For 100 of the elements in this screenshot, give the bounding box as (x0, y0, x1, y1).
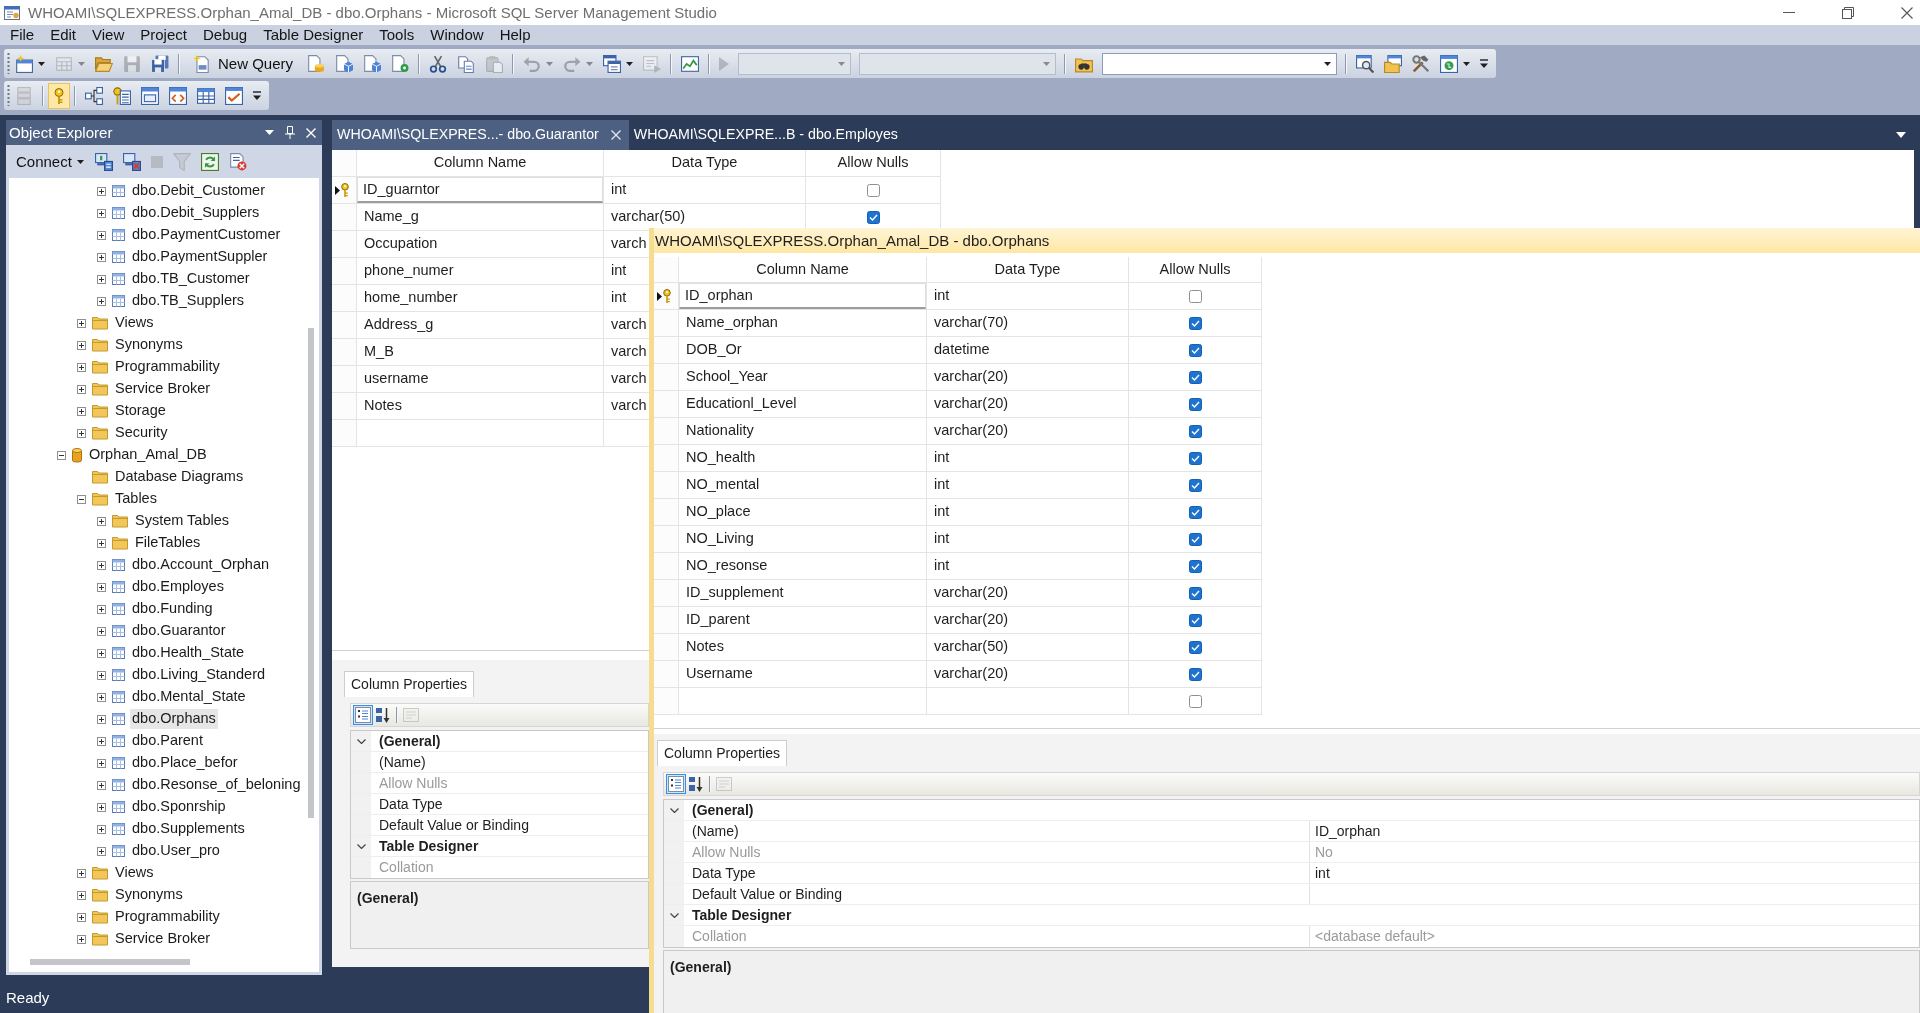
tree-item[interactable]: Service Broker (113, 379, 213, 399)
expand-icon[interactable] (97, 230, 106, 240)
properties-tab[interactable]: Column Properties (344, 671, 474, 697)
expand-icon[interactable] (97, 692, 106, 702)
expand-icon[interactable] (97, 516, 106, 526)
window-search-icon[interactable] (1356, 54, 1375, 73)
data-type[interactable]: varch (611, 343, 647, 361)
data-type[interactable]: varchar(20) (934, 611, 1009, 629)
property-value[interactable]: ID_orphan (1315, 822, 1381, 840)
check-window-icon[interactable] (225, 86, 243, 105)
chevron-icon[interactable] (356, 738, 366, 744)
data-type[interactable]: varchar(70) (934, 314, 1009, 332)
chevron-icon[interactable] (669, 807, 679, 813)
tree-item[interactable]: dbo.TB_Customer (130, 269, 252, 289)
window-folder-icon[interactable] (1384, 54, 1403, 73)
floppies-icon[interactable] (151, 54, 169, 73)
checkbox[interactable] (1188, 289, 1202, 303)
refresh-icon[interactable] (200, 152, 219, 171)
expand-icon[interactable] (77, 890, 86, 900)
expand-icon[interactable] (97, 604, 106, 614)
expand-icon[interactable] (77, 868, 86, 878)
checkbox[interactable] (1188, 451, 1202, 465)
tree-item[interactable]: dbo.Health_State (130, 643, 247, 663)
data-type[interactable]: int (611, 262, 627, 280)
column-name[interactable]: ID_orphan (679, 283, 926, 309)
data-type[interactable]: varchar(20) (934, 584, 1009, 602)
menu-item[interactable]: Project (132, 26, 195, 44)
sort-icon[interactable] (688, 776, 704, 792)
data-type[interactable]: varchar(20) (934, 368, 1009, 386)
page-cancel-icon[interactable] (228, 152, 247, 171)
data-type[interactable]: varchar(20) (934, 422, 1009, 440)
input-field[interactable] (357, 420, 604, 447)
data-type[interactable]: varchar(20) (934, 665, 1009, 683)
menu-item[interactable]: Window (422, 26, 492, 44)
expand-icon[interactable] (97, 252, 106, 262)
checkbox[interactable] (1188, 478, 1202, 492)
scissors-icon[interactable] (429, 54, 448, 73)
dropdown-field[interactable] (1102, 52, 1338, 75)
document-tab[interactable]: WHOAMI\SQLEXPRE...B - dbo.Employes (628, 120, 906, 150)
tree-item[interactable]: dbo.Employes (130, 577, 226, 597)
copy-icon[interactable] (457, 54, 476, 73)
column-name[interactable]: ID_guarntor (357, 177, 603, 203)
tree-item[interactable]: Views (113, 863, 156, 883)
menu-item[interactable]: Tools (371, 26, 423, 44)
checkbox[interactable] (1188, 505, 1202, 519)
table-brackets-icon[interactable] (169, 86, 187, 105)
chevron-icon[interactable] (356, 843, 366, 849)
expand-icon[interactable] (97, 714, 106, 724)
input-field[interactable] (927, 688, 1129, 715)
expand-icon[interactable] (77, 912, 86, 922)
expand-icon[interactable] (97, 824, 106, 834)
properties-tab[interactable]: Column Properties (657, 740, 787, 766)
tree-item[interactable]: dbo.Orphans (130, 709, 218, 729)
column-name[interactable]: Name_orphan (686, 314, 778, 332)
tree-item[interactable]: Database Diagrams (113, 467, 246, 487)
expand-icon[interactable] (97, 780, 106, 790)
tree-item[interactable]: dbo.Guarantor (130, 621, 228, 641)
key-list-icon[interactable] (113, 86, 131, 105)
column-name[interactable]: NO_health (686, 449, 756, 467)
column-name[interactable]: DOB_Or (686, 341, 742, 359)
menu-item[interactable]: Edit (42, 26, 85, 44)
new-query-button[interactable]: New Query (189, 50, 298, 77)
property-value[interactable]: int (1315, 864, 1330, 882)
expand-icon[interactable] (97, 208, 106, 218)
overflow-icon[interactable] (253, 91, 261, 100)
tools-icon[interactable] (1412, 54, 1431, 73)
tree-item[interactable]: dbo.Living_Standerd (130, 665, 268, 685)
data-type[interactable]: varchar(50) (934, 638, 1009, 656)
tree-item[interactable]: System Tables (133, 511, 232, 531)
data-type[interactable]: int (934, 449, 950, 467)
collapse-icon[interactable] (77, 494, 86, 504)
expand-icon[interactable] (97, 736, 106, 746)
column-name[interactable]: username (364, 370, 429, 388)
globe-window-icon[interactable] (1440, 54, 1459, 73)
tree-item[interactable]: Synonyms (113, 335, 185, 355)
data-type[interactable]: int (934, 503, 950, 521)
expand-icon[interactable] (97, 296, 106, 306)
data-type[interactable]: int (611, 181, 627, 199)
menu-item[interactable]: View (84, 26, 133, 44)
connect-button[interactable]: Connect (10, 149, 90, 174)
column-name[interactable]: ID_supplement (686, 584, 784, 602)
relationship-icon[interactable] (85, 86, 103, 105)
data-type[interactable]: varch (611, 370, 647, 388)
column-name[interactable]: M_B (364, 343, 394, 361)
menu-item[interactable]: Help (491, 26, 539, 44)
expand-icon[interactable] (77, 384, 86, 394)
tree-item[interactable]: Synonyms (113, 885, 185, 905)
column-name[interactable]: NO_place (686, 503, 751, 521)
tree-item[interactable]: dbo.Supplements (130, 819, 247, 839)
expand-icon[interactable] (97, 802, 106, 812)
tree-item[interactable]: Security (113, 423, 170, 443)
column-name[interactable]: Educationl_Level (686, 395, 797, 413)
tree-item[interactable]: dbo.Mental_State (130, 687, 248, 707)
checkbox[interactable] (866, 210, 880, 224)
tree-item[interactable]: dbo.Debit_Supplers (130, 203, 262, 223)
table-field-icon[interactable] (141, 86, 159, 105)
overflow-icon[interactable] (1480, 59, 1489, 68)
dropdown-icon[interactable] (265, 130, 274, 135)
data-type[interactable]: int (934, 557, 950, 575)
data-type[interactable]: int (611, 289, 627, 307)
